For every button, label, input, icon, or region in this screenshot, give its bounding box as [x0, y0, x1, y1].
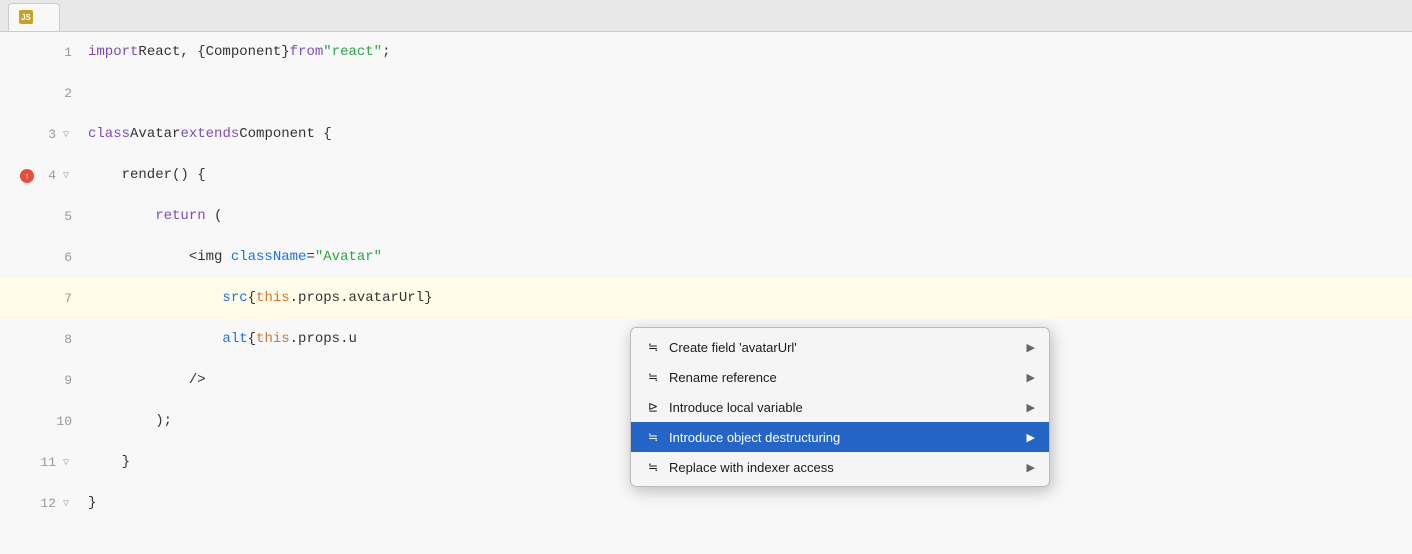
fold-icon-12[interactable]: ▽: [60, 498, 72, 510]
menu-item-arrow-introduce-local-variable: ▶: [1027, 401, 1035, 414]
line-gutter-12: 12 ▽: [0, 483, 80, 524]
line-content-10: );: [80, 401, 172, 442]
tab-close-button[interactable]: [45, 16, 49, 18]
line-content-6: <img className="Avatar": [80, 237, 382, 278]
line-number-7: 7: [54, 291, 72, 306]
menu-item-arrow-introduce-object-destructuring: ▶: [1027, 431, 1035, 444]
menu-item-replace-with-indexer[interactable]: ≒ Replace with indexer access ▶: [631, 452, 1049, 482]
tab-avatar-js[interactable]: JS: [8, 3, 60, 31]
line-gutter-8: 8: [0, 319, 80, 360]
line-gutter-9: 9: [0, 360, 80, 401]
line-number-10: 10: [54, 414, 72, 429]
tab-bar: JS: [0, 0, 1412, 32]
line-number-3: 3: [38, 127, 56, 142]
context-menu: ≒ Create field 'avatarUrl' ▶ ≒ Rename refere…: [630, 327, 1050, 487]
line-content-5: return (: [80, 196, 222, 237]
line-content-8: alt{this.props.u: [80, 319, 357, 360]
line-content-4: render() {: [80, 155, 206, 196]
line-number-9: 9: [54, 373, 72, 388]
line-content-12: }: [80, 483, 96, 524]
menu-item-label-rename-reference: Rename reference: [669, 370, 777, 385]
line-number-1: 1: [54, 45, 72, 60]
menu-item-left-create-field: ≒ Create field 'avatarUrl': [645, 339, 797, 355]
fold-icon-11[interactable]: ▽: [60, 457, 72, 469]
line-number-11: 11: [38, 455, 56, 470]
line-content-7: src{this.props.avatarUrl}: [80, 278, 432, 319]
menu-item-arrow-create-field: ▶: [1027, 341, 1035, 354]
menu-item-arrow-rename-reference: ▶: [1027, 371, 1035, 384]
line-gutter-2: 2: [0, 73, 80, 114]
line-badge-4: ↑: [20, 169, 34, 183]
menu-item-arrow-replace-with-indexer: ▶: [1027, 461, 1035, 474]
code-editor: 1 import React, {Component} from "react";…: [0, 32, 1412, 554]
code-line-3: 3▽class Avatar extends Component {: [0, 114, 1412, 155]
menu-item-rename-reference[interactable]: ≒ Rename reference ▶: [631, 362, 1049, 392]
line-number-5: 5: [54, 209, 72, 224]
code-line-2: 2: [0, 73, 1412, 114]
line-content-1: import React, {Component} from "react";: [80, 32, 390, 73]
line-content-9: />: [80, 360, 206, 401]
menu-item-introduce-local-variable[interactable]: ⊵ Introduce local variable ▶: [631, 392, 1049, 422]
line-gutter-1: 1: [0, 32, 80, 73]
menu-item-icon-replace-with-indexer: ≒: [645, 459, 661, 475]
menu-item-icon-rename-reference: ≒: [645, 369, 661, 385]
line-content-11: }: [80, 442, 130, 483]
menu-item-left-replace-with-indexer: ≒ Replace with indexer access: [645, 459, 834, 475]
line-number-6: 6: [54, 250, 72, 265]
menu-item-label-replace-with-indexer: Replace with indexer access: [669, 460, 834, 475]
line-content-2: [80, 73, 88, 114]
line-gutter-10: 10: [0, 401, 80, 442]
line-content-3: class Avatar extends Component {: [80, 114, 332, 155]
line-gutter-4: ↑ 4 ▽: [0, 155, 80, 196]
line-number-4: 4: [38, 168, 56, 183]
menu-item-create-field[interactable]: ≒ Create field 'avatarUrl' ▶: [631, 332, 1049, 362]
code-line-12: 12 ▽}: [0, 483, 1412, 524]
code-line-7: 7 src{this.props.avatarUrl}: [0, 278, 1412, 319]
line-gutter-3: 3▽: [0, 114, 80, 155]
menu-item-icon-introduce-object-destructuring: ≒: [645, 429, 661, 445]
line-gutter-5: 5: [0, 196, 80, 237]
fold-icon-4[interactable]: ▽: [60, 170, 72, 182]
code-line-4: ↑ 4 ▽ render() {: [0, 155, 1412, 196]
menu-item-icon-introduce-local-variable: ⊵: [645, 399, 661, 415]
menu-item-icon-create-field: ≒: [645, 339, 661, 355]
menu-item-left-introduce-local-variable: ⊵ Introduce local variable: [645, 399, 803, 415]
menu-item-label-introduce-local-variable: Introduce local variable: [669, 400, 803, 415]
line-number-2: 2: [54, 86, 72, 101]
menu-item-introduce-object-destructuring[interactable]: ≒ Introduce object destructuring ▶: [631, 422, 1049, 452]
fold-icon-3[interactable]: ▽: [60, 129, 72, 141]
line-gutter-7: 7: [0, 278, 80, 319]
menu-item-left-rename-reference: ≒ Rename reference: [645, 369, 777, 385]
menu-item-left-introduce-object-destructuring: ≒ Introduce object destructuring: [645, 429, 840, 445]
menu-item-label-introduce-object-destructuring: Introduce object destructuring: [669, 430, 840, 445]
menu-item-label-create-field: Create field 'avatarUrl': [669, 340, 797, 355]
line-gutter-11: 11 ▽: [0, 442, 80, 483]
line-number-8: 8: [54, 332, 72, 347]
code-line-1: 1 import React, {Component} from "react";: [0, 32, 1412, 73]
code-line-5: 5 return (: [0, 196, 1412, 237]
line-number-12: 12: [38, 496, 56, 511]
js-file-icon: JS: [19, 10, 33, 24]
line-gutter-6: 6: [0, 237, 80, 278]
code-line-6: 6 <img className="Avatar": [0, 237, 1412, 278]
